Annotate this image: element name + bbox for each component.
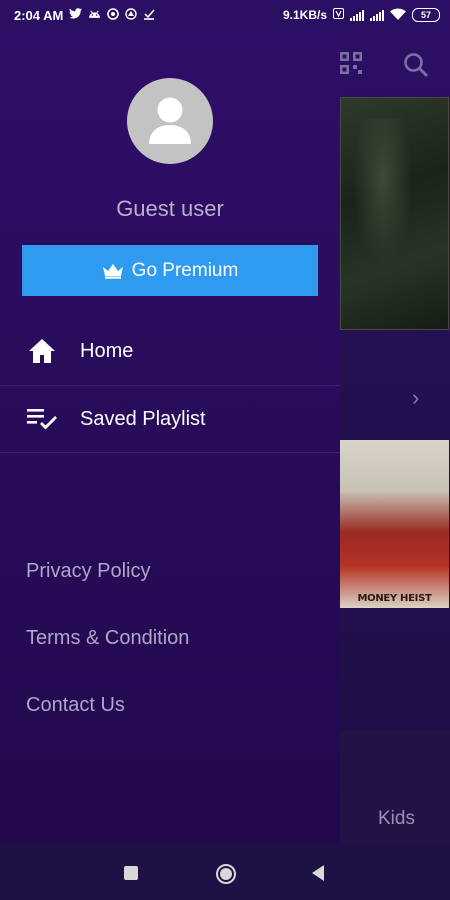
go-premium-label: Go Premium: [131, 259, 239, 281]
android-icon: [88, 8, 101, 22]
wifi-icon: [390, 7, 406, 23]
recents-button[interactable]: [124, 866, 138, 880]
back-button[interactable]: [311, 864, 325, 882]
playlist-check-icon: [27, 404, 57, 434]
volte-icon: [333, 8, 344, 22]
navigation-drawer: Guest user Go Premium Home Saved Playlis…: [0, 0, 340, 845]
status-right: 9.1KB/s 57: [282, 7, 440, 23]
qr-code-icon[interactable]: [340, 52, 362, 74]
twitter-icon: [69, 8, 83, 22]
avatar[interactable]: [127, 78, 213, 164]
money-heist-poster[interactable]: MONEY HEIST: [340, 440, 449, 608]
divider: [0, 452, 340, 453]
chevron-right-icon[interactable]: ›: [412, 385, 419, 411]
crown-icon: [102, 263, 123, 279]
tab-kids[interactable]: Kids: [378, 808, 415, 830]
download-done-icon: [143, 8, 155, 23]
user-icon: [149, 97, 191, 144]
user-name: Guest user: [116, 196, 224, 221]
nav-item-saved-playlist[interactable]: Saved Playlist: [0, 386, 340, 452]
signal-icon-2: [370, 9, 384, 21]
contact-us-link[interactable]: Contact Us: [26, 694, 125, 717]
home-button[interactable]: [215, 863, 237, 885]
system-navigation-bar: [0, 845, 450, 900]
status-left: 2:04 AM: [14, 8, 155, 23]
triangle-app-icon: [125, 7, 138, 23]
home-icon: [27, 336, 57, 366]
circle-app-icon: [107, 7, 120, 23]
battery-icon: 57: [412, 8, 440, 22]
status-time: 2:04 AM: [14, 7, 64, 23]
nav-item-label: Home: [80, 339, 134, 362]
nav-item-label: Saved Playlist: [80, 407, 206, 430]
nav-item-home[interactable]: Home: [0, 318, 340, 384]
search-icon[interactable]: [403, 52, 429, 78]
signal-icon-1: [350, 9, 364, 21]
network-speed: 9.1KB/s: [282, 8, 327, 22]
go-premium-button[interactable]: Go Premium: [22, 245, 318, 296]
content-poster[interactable]: [340, 97, 449, 330]
poster-title: MONEY HEIST: [357, 593, 432, 604]
status-bar: 2:04 AM 9.1KB/s 57: [0, 0, 450, 30]
privacy-policy-link[interactable]: Privacy Policy: [26, 560, 150, 583]
background-app: › MONEY HEIST Kids: [340, 30, 450, 845]
terms-condition-link[interactable]: Terms & Condition: [26, 627, 189, 650]
